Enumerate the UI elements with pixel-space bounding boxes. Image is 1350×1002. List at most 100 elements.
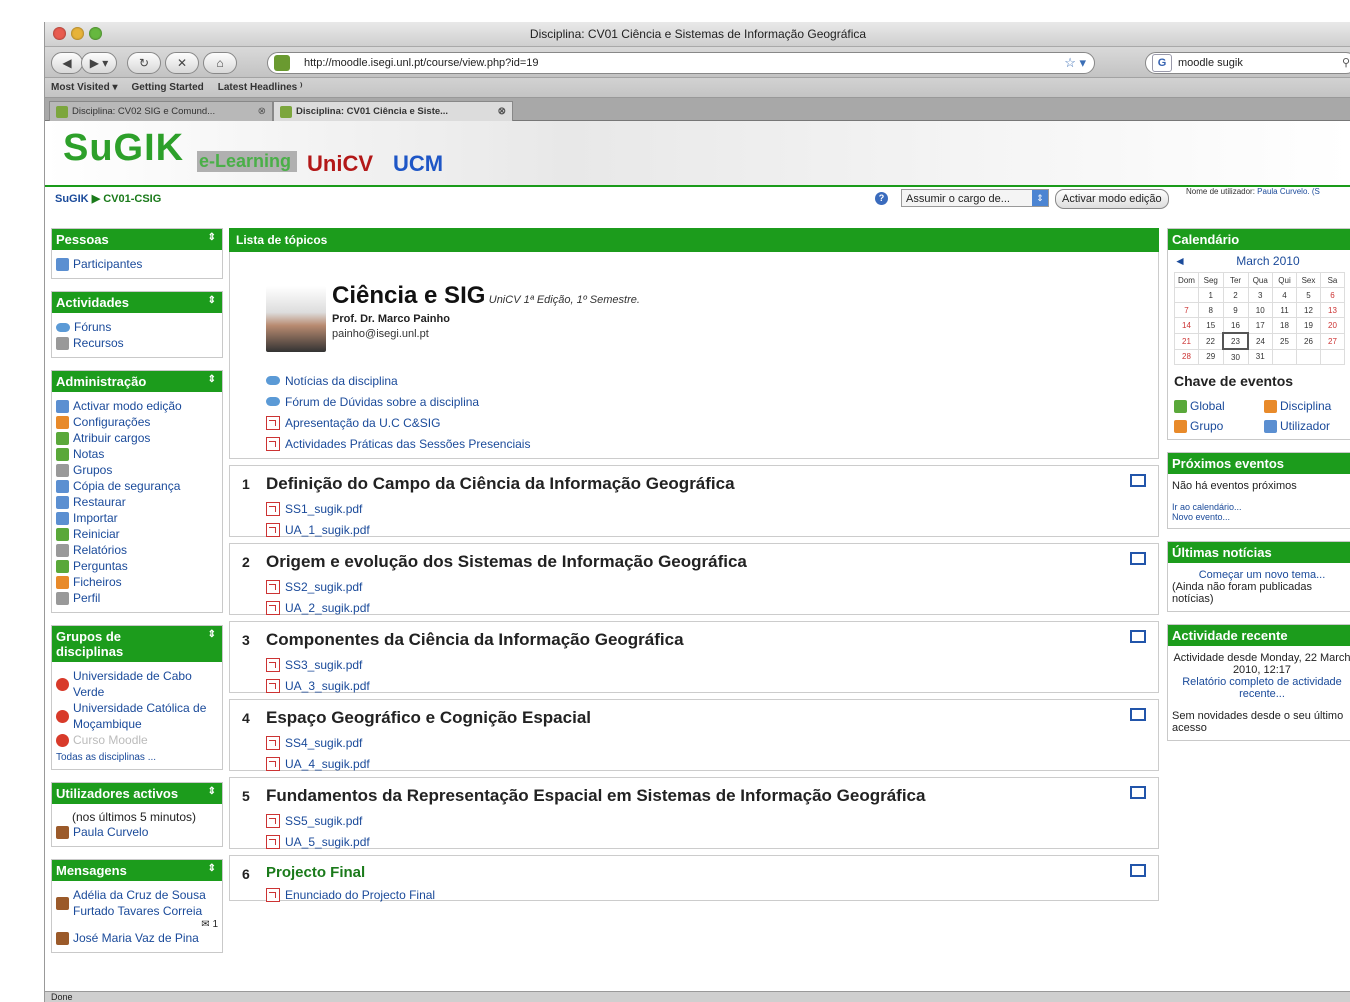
file-link[interactable]: SS4_sugik.pdf bbox=[266, 732, 370, 753]
user-name-link[interactable]: Paula Curvelo. (S bbox=[1257, 187, 1320, 196]
file-link[interactable]: UA_3_sugik.pdf bbox=[266, 675, 370, 696]
event-user-toggle[interactable]: Utilizador bbox=[1264, 419, 1350, 433]
category-link[interactable]: Universidade Católica de Moçambique bbox=[56, 700, 218, 732]
admin-groups[interactable]: Grupos bbox=[56, 462, 218, 478]
collapse-toggle-icon[interactable]: ⇕ bbox=[208, 786, 216, 797]
browser-toolbar: ◀ ▶ ▾ ↻ ✕ ⌂ http://moodle.isegi.unl.pt/c… bbox=[45, 47, 1350, 78]
message-contact[interactable]: Adélia da Cruz de Sousa Furtado Tavares … bbox=[56, 887, 218, 919]
show-only-topic-icon[interactable] bbox=[1130, 864, 1146, 877]
file-link[interactable]: UA_1_sugik.pdf bbox=[266, 519, 370, 540]
admin-backup[interactable]: Cópia de segurança bbox=[56, 478, 218, 494]
link-label: Actividades Práticas das Sessões Presenc… bbox=[285, 436, 531, 451]
tab-cv02[interactable]: Disciplina: CV02 SIG e Comund... ⊗ bbox=[49, 101, 273, 121]
address-bar[interactable]: http://moodle.isegi.unl.pt/course/view.p… bbox=[267, 52, 1095, 74]
tab-close-icon[interactable]: ⊗ bbox=[498, 102, 506, 121]
event-course-toggle[interactable]: Disciplina bbox=[1264, 399, 1350, 413]
new-event-link[interactable]: Novo evento... bbox=[1172, 512, 1350, 522]
show-only-topic-icon[interactable] bbox=[1130, 552, 1146, 565]
edit-mode-button[interactable]: Activar modo edição bbox=[1055, 189, 1169, 209]
file-link[interactable]: UA_2_sugik.pdf bbox=[266, 597, 370, 618]
collapse-toggle-icon[interactable]: ⇕ bbox=[208, 232, 216, 243]
activities-link[interactable]: Actividades Práticas das Sessões Presenc… bbox=[266, 433, 530, 454]
bookmark-most-visited[interactable]: Most Visited ▾ bbox=[51, 78, 118, 97]
file-link[interactable]: SS1_sugik.pdf bbox=[266, 498, 370, 519]
file-link[interactable]: Enunciado do Projecto Final bbox=[266, 884, 435, 905]
professor-photo bbox=[266, 286, 326, 352]
home-icon[interactable]: ⌂ bbox=[203, 52, 237, 74]
calendar-month[interactable]: March 2010 bbox=[1236, 254, 1299, 268]
admin-settings[interactable]: Configurações bbox=[56, 414, 218, 430]
reload-icon[interactable]: ↻ bbox=[127, 52, 161, 74]
bookmark-star-icon[interactable]: ☆ ▾ bbox=[1064, 53, 1086, 73]
search-input[interactable]: G moodle sugik ⚲ bbox=[1145, 52, 1350, 74]
questions-forum-link[interactable]: Fórum de Dúvidas sobre a disciplina bbox=[266, 391, 530, 412]
bookmark-getting-started[interactable]: Getting Started bbox=[132, 78, 204, 97]
admin-reports[interactable]: Relatórios bbox=[56, 542, 218, 558]
admin-import[interactable]: Importar bbox=[56, 510, 218, 526]
admin-profile[interactable]: Perfil bbox=[56, 590, 218, 606]
all-courses-link[interactable]: Todas as disciplinas ... bbox=[56, 752, 218, 763]
category-link[interactable]: Curso Moodle bbox=[56, 732, 218, 748]
admin-files[interactable]: Ficheiros bbox=[56, 574, 218, 590]
global-event-icon bbox=[1174, 399, 1187, 413]
message-contact[interactable]: José Maria Vaz de Pina bbox=[56, 930, 218, 946]
show-only-topic-icon[interactable] bbox=[1130, 786, 1146, 799]
stop-icon[interactable]: ✕ bbox=[165, 52, 199, 74]
role-select[interactable]: Assumir o cargo de... ⇕ bbox=[901, 189, 1049, 207]
forums-link[interactable]: Fóruns bbox=[56, 319, 218, 335]
active-user-link[interactable]: Paula Curvelo bbox=[56, 824, 218, 840]
admin-edit-mode[interactable]: Activar modo edição bbox=[56, 398, 218, 414]
category-link[interactable]: Universidade de Cabo Verde bbox=[56, 668, 218, 700]
magnifier-icon[interactable]: ⚲ bbox=[1342, 53, 1350, 73]
course-title-text: Ciência e SIG bbox=[332, 282, 486, 309]
show-only-topic-icon[interactable] bbox=[1130, 708, 1146, 721]
calendar-prev-icon[interactable]: ◄ bbox=[1174, 254, 1186, 268]
presentation-link[interactable]: Apresentação da U.C C&SIG bbox=[266, 412, 530, 433]
bookmark-latest-headlines[interactable]: Latest Headlines ⁾ bbox=[218, 78, 303, 97]
collapse-toggle-icon[interactable]: ⇕ bbox=[208, 863, 216, 874]
forward-button[interactable]: ▶ ▾ bbox=[81, 52, 117, 74]
resources-link[interactable]: Recursos bbox=[56, 335, 218, 351]
weekday-label: Dom bbox=[1174, 272, 1199, 288]
breadcrumb-home-link[interactable]: SuGIK bbox=[55, 193, 89, 205]
help-icon[interactable]: ? bbox=[875, 192, 888, 205]
event-global-toggle[interactable]: Global bbox=[1174, 399, 1260, 413]
tab-close-icon[interactable]: ⊗ bbox=[258, 102, 266, 121]
new-topic-link[interactable]: Começar um novo tema... bbox=[1172, 569, 1350, 581]
link-label: Participantes bbox=[73, 257, 143, 271]
admin-reset[interactable]: Reiniciar bbox=[56, 526, 218, 542]
event-group-toggle[interactable]: Grupo bbox=[1174, 419, 1260, 433]
logo-sugik[interactable]: SuGIK bbox=[63, 127, 184, 170]
show-only-topic-icon[interactable] bbox=[1130, 474, 1146, 487]
google-search-icon[interactable]: G bbox=[1152, 54, 1172, 72]
collapse-toggle-icon[interactable]: ⇕ bbox=[208, 295, 216, 306]
participants-link[interactable]: Participantes bbox=[56, 256, 218, 272]
link-label: Atribuir cargos bbox=[73, 431, 151, 445]
link-label: Universidade Católica de Moçambique bbox=[73, 701, 207, 731]
roles-icon bbox=[56, 431, 69, 445]
file-link[interactable]: SS2_sugik.pdf bbox=[266, 576, 370, 597]
topic-title: Componentes da Ciência da Informação Geo… bbox=[266, 630, 684, 649]
course-navbar: SuGIK ▶ CV01-CSIG ? Assumir o cargo de..… bbox=[45, 187, 1350, 211]
admin-grades[interactable]: Notas bbox=[56, 446, 218, 462]
file-link[interactable]: SS3_sugik.pdf bbox=[266, 654, 370, 675]
news-forum-link[interactable]: Notícias da disciplina bbox=[266, 370, 530, 391]
back-button[interactable]: ◀ bbox=[51, 52, 83, 74]
collapse-toggle-icon[interactable]: ⇕ bbox=[208, 629, 216, 640]
file-link[interactable]: UA_5_sugik.pdf bbox=[266, 831, 370, 852]
link-label: Notícias da disciplina bbox=[285, 373, 398, 388]
admin-assign-roles[interactable]: Atribuir cargos bbox=[56, 430, 218, 446]
go-calendar-link[interactable]: Ir ao calendário... bbox=[1172, 502, 1350, 512]
show-only-topic-icon[interactable] bbox=[1130, 630, 1146, 643]
full-report-link[interactable]: Relatório completo de actividade recente… bbox=[1172, 676, 1350, 700]
link-label: UA_4_sugik.pdf bbox=[285, 756, 370, 771]
block-header: Últimas notícias bbox=[1168, 542, 1350, 563]
tab-cv01[interactable]: Disciplina: CV01 Ciência e Siste... ⊗ bbox=[273, 101, 513, 121]
topic-title: Projecto Final bbox=[266, 864, 366, 881]
admin-restore[interactable]: Restaurar bbox=[56, 494, 218, 510]
file-link[interactable]: SS5_sugik.pdf bbox=[266, 810, 370, 831]
collapse-toggle-icon[interactable]: ⇕ bbox=[208, 374, 216, 385]
admin-questions[interactable]: Perguntas bbox=[56, 558, 218, 574]
forum-icon bbox=[266, 376, 280, 385]
file-link[interactable]: UA_4_sugik.pdf bbox=[266, 753, 370, 774]
